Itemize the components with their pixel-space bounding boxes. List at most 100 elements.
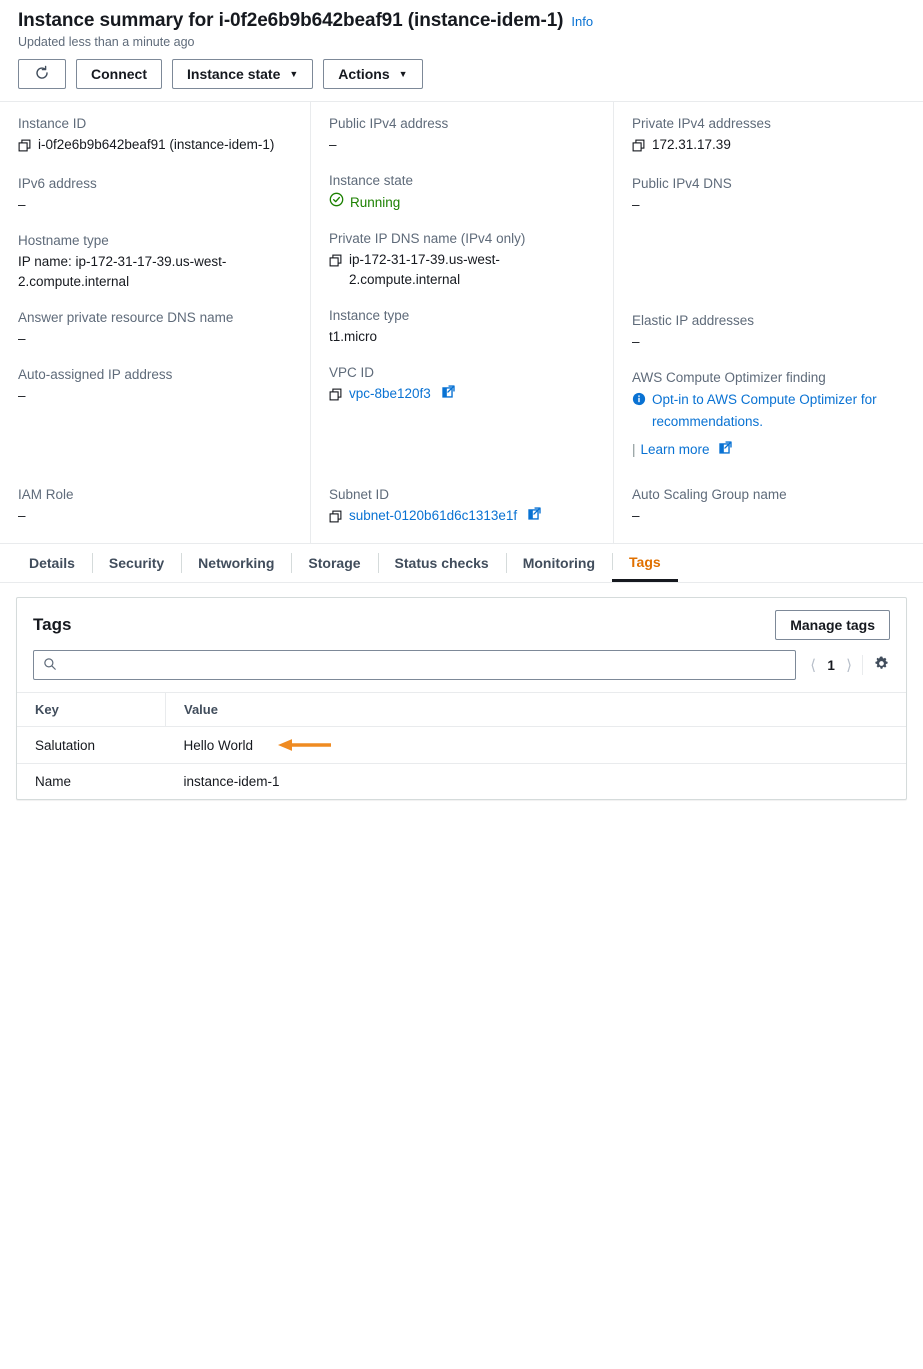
field-label: IAM Role xyxy=(18,487,74,502)
tags-panel-controls: ⟨ 1 ⟩ xyxy=(17,640,906,692)
field-label: Instance state xyxy=(329,173,414,188)
tag-value-wrapper: Hello World xyxy=(184,737,907,753)
instance-type-value: t1.micro xyxy=(329,329,378,344)
tab-label: Monitoring xyxy=(522,555,596,571)
page-header: Instance summary for i-0f2e6b9b642beaf91… xyxy=(0,0,923,101)
tags-panel: Tags Manage tags ⟨ 1 ⟩ Key Value Salutat… xyxy=(16,597,907,800)
tab-networking[interactable]: Networking xyxy=(181,544,291,582)
copy-icon[interactable] xyxy=(18,138,31,158)
connect-button[interactable]: Connect xyxy=(76,59,162,89)
field-label: IPv6 address xyxy=(18,176,97,191)
subnet-id-link[interactable]: subnet-0120b61d6c1313e1f xyxy=(349,506,517,526)
info-link[interactable]: Info xyxy=(571,14,593,29)
field-private-ipv4-addresses: Private IPv4 addresses 172.31.17.39 xyxy=(632,114,909,158)
public-ipv4-dns-value: – xyxy=(632,197,640,212)
tab-details[interactable]: Details xyxy=(12,544,92,582)
next-page-icon[interactable]: ⟩ xyxy=(846,656,852,674)
chevron-down-icon: ▼ xyxy=(398,68,408,79)
page-number[interactable]: 1 xyxy=(826,658,836,673)
refresh-button[interactable] xyxy=(18,59,66,89)
instance-state-button-label: Instance state xyxy=(187,66,281,82)
search-icon xyxy=(43,657,57,674)
field-subnet-id: Subnet ID subnet-0120b61d6c1313e1f xyxy=(329,485,599,529)
manage-tags-button[interactable]: Manage tags xyxy=(775,610,890,640)
title-row: Instance summary for i-0f2e6b9b642beaf91… xyxy=(18,10,905,32)
table-header-row: Key Value xyxy=(17,692,906,727)
field-label: Subnet ID xyxy=(329,487,390,502)
copy-icon[interactable] xyxy=(329,253,342,273)
detail-column-1: Instance ID i-0f2e6b9b642beaf91 (instanc… xyxy=(0,102,310,481)
tags-panel-title: Tags xyxy=(33,615,72,634)
field-answer-private-dns: Answer private resource DNS name – xyxy=(18,308,296,349)
tab-security[interactable]: Security xyxy=(91,544,181,582)
detail-columns: Instance ID i-0f2e6b9b642beaf91 (instanc… xyxy=(0,102,923,481)
field-value-row: vpc-8be120f3 xyxy=(329,384,599,407)
tag-value-cell: Hello World xyxy=(165,726,907,764)
tab-label: Details xyxy=(29,555,75,571)
copy-icon[interactable] xyxy=(329,509,342,529)
field-ipv6-address: IPv6 address – xyxy=(18,174,296,215)
tags-search-box[interactable] xyxy=(33,650,797,680)
auto-scaling-group-name-value: – xyxy=(632,508,640,523)
tags-search-input[interactable] xyxy=(64,656,787,674)
field-label: AWS Compute Optimizer finding xyxy=(632,370,826,385)
instance-state-button[interactable]: Instance state ▼ xyxy=(172,59,314,89)
field-value-row: subnet-0120b61d6c1313e1f xyxy=(329,506,599,529)
detail-bottom-col-3: Auto Scaling Group name – xyxy=(613,481,923,543)
learn-more-link[interactable]: Learn more xyxy=(641,442,710,457)
field-public-ipv4-address: Public IPv4 address – xyxy=(329,114,599,155)
tags-panel-header: Tags Manage tags xyxy=(17,598,906,640)
tag-key-cell: Name xyxy=(35,774,72,789)
tab-status-checks[interactable]: Status checks xyxy=(377,544,506,582)
field-label: Private IPv4 addresses xyxy=(632,116,771,131)
check-circle-icon xyxy=(329,192,344,213)
tab-tags[interactable]: Tags xyxy=(612,544,678,582)
ipv6-address-value: – xyxy=(18,197,26,212)
field-label: Public IPv4 address xyxy=(329,116,449,131)
detail-column-2: Public IPv4 address – Instance state Run… xyxy=(310,102,613,481)
column-header-value[interactable]: Value xyxy=(165,692,906,727)
optimizer-message[interactable]: Opt-in to AWS Compute Optimizer for reco… xyxy=(652,389,909,433)
updated-timestamp: Updated less than a minute ago xyxy=(18,35,195,49)
page-title: Instance summary for i-0f2e6b9b642beaf91… xyxy=(18,10,564,31)
tab-bar: Details Security Networking Storage Stat… xyxy=(0,543,923,582)
table-row[interactable]: Name instance-idem-1 xyxy=(17,764,906,800)
field-value-row: i-0f2e6b9b642beaf91 (instance-idem-1) xyxy=(18,135,296,158)
annotation-arrow-icon xyxy=(277,737,333,753)
field-label: Instance type xyxy=(329,308,410,323)
optimizer-message-row: Opt-in to AWS Compute Optimizer for reco… xyxy=(632,389,909,433)
copy-icon[interactable] xyxy=(632,138,645,158)
vpc-id-link[interactable]: vpc-8be120f3 xyxy=(349,384,431,404)
tab-monitoring[interactable]: Monitoring xyxy=(505,544,612,582)
tag-value-cell: instance-idem-1 xyxy=(183,774,280,789)
actions-button[interactable]: Actions ▼ xyxy=(323,59,423,89)
field-hostname-type: Hostname type IP name: ip-172-31-17-39.u… xyxy=(18,231,296,292)
tab-storage[interactable]: Storage xyxy=(291,544,377,582)
table-row[interactable]: Salutation Hello World xyxy=(17,726,907,764)
hostname-type-value: IP name: ip-172-31-17-39.us-west-2.compu… xyxy=(18,254,227,289)
detail-bottom-row: IAM Role – Subnet ID subnet-0120b61d6c13… xyxy=(0,481,923,543)
instance-id-value: i-0f2e6b9b642beaf91 (instance-idem-1) xyxy=(38,137,275,152)
action-button-row: Connect Instance state ▼ Actions ▼ xyxy=(18,59,905,101)
chevron-down-icon: ▼ xyxy=(289,68,299,79)
instance-summary-page: Instance summary for i-0f2e6b9b642beaf91… xyxy=(0,0,923,1369)
gear-icon[interactable] xyxy=(873,655,890,675)
tags-table: Key Value Salutation Hello World Name in… xyxy=(17,692,906,799)
external-link-icon[interactable] xyxy=(442,384,455,404)
detail-bottom-col-1: IAM Role – xyxy=(0,481,310,543)
previous-page-icon[interactable]: ⟨ xyxy=(810,656,816,674)
tag-key-cell: Salutation xyxy=(17,726,166,764)
external-link-icon[interactable] xyxy=(528,506,541,526)
field-label: Elastic IP addresses xyxy=(632,313,755,328)
field-auto-scaling-group-name: Auto Scaling Group name – xyxy=(632,485,909,526)
public-ipv4-address-value: – xyxy=(329,137,337,152)
detail-bottom-col-2: Subnet ID subnet-0120b61d6c1313e1f xyxy=(310,481,613,543)
field-value-row: ip-172-31-17-39.us-west-2.compute.intern… xyxy=(329,250,599,290)
field-instance-state: Instance state Running xyxy=(329,171,599,213)
private-ip-dns-name-value: ip-172-31-17-39.us-west-2.compute.intern… xyxy=(349,252,500,287)
column-header-key[interactable]: Key xyxy=(17,692,166,727)
external-link-icon[interactable] xyxy=(718,441,732,457)
status-badge: Running xyxy=(329,192,400,213)
copy-icon[interactable] xyxy=(329,387,342,407)
field-label: Hostname type xyxy=(18,233,109,248)
